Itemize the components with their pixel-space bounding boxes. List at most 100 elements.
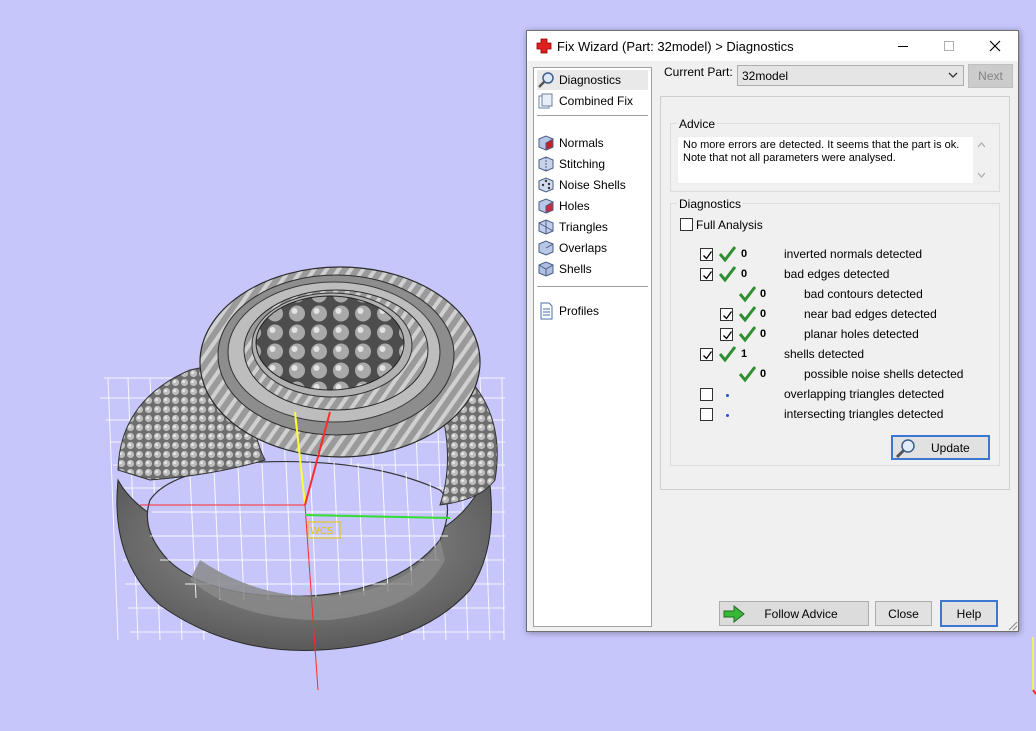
cube-shell-icon — [538, 261, 554, 277]
cube-hole-icon — [538, 198, 554, 214]
checkmark-icon — [703, 251, 713, 260]
window-title: Fix Wizard (Part: 32model) > Diagnostics — [557, 38, 794, 54]
diagnostic-label: planar holes detected — [804, 327, 919, 341]
checkmark-icon — [723, 331, 733, 340]
nav-item-noise-shells[interactable]: Noise Shells — [537, 175, 648, 195]
advice-scrollbar[interactable] — [973, 137, 990, 183]
current-part-value: 32model — [742, 69, 789, 83]
count-value: 0 — [760, 328, 767, 340]
nav-item-label: Overlaps — [559, 241, 608, 255]
nav-item-triangles[interactable]: Triangles — [537, 217, 648, 237]
nav-separator — [537, 286, 648, 287]
nav-item-combined-fix[interactable]: Combined Fix — [537, 91, 648, 111]
advice-line-2: Note that not all parameters were analys… — [683, 152, 896, 164]
close-window-button[interactable] — [972, 31, 1018, 61]
nav-item-label: Shells — [559, 262, 592, 276]
nav-separator — [537, 115, 648, 116]
advice-line-1: No more errors are detected. It seems th… — [683, 139, 960, 151]
checkmark-icon — [723, 311, 733, 320]
checkmark-icon — [703, 351, 713, 360]
cube-triangle-icon — [538, 219, 554, 235]
maximize-button[interactable] — [926, 31, 972, 61]
count-value: 0 — [741, 268, 748, 280]
current-part-label: Current Part: — [664, 65, 733, 79]
cube-red-icon — [538, 135, 554, 151]
pending-dot-icon — [726, 394, 729, 397]
wizard-nav-panel: Diagnostics Combined Fix Normals Stitchi… — [533, 67, 652, 627]
intersecting-triangles-checkbox[interactable] — [700, 408, 713, 421]
green-check-icon — [719, 266, 736, 282]
green-check-icon — [719, 346, 736, 362]
diagnostic-label: possible noise shells detected — [804, 367, 964, 381]
help-button[interactable]: Help — [940, 600, 998, 627]
advice-caption: Advice — [677, 117, 718, 131]
nav-item-label: Triangles — [559, 220, 608, 234]
document-icon — [540, 302, 553, 320]
count-value: 0 — [760, 288, 767, 300]
diagnostics-caption: Diagnostics — [677, 197, 744, 211]
dice-icon — [538, 177, 554, 193]
nav-item-diagnostics[interactable]: Diagnostics — [537, 70, 648, 90]
current-part-select[interactable]: 32model — [737, 65, 964, 86]
green-arrow-icon — [723, 605, 745, 623]
maximize-icon — [944, 41, 954, 51]
title-bar[interactable]: Fix Wizard (Part: 32model) > Diagnostics — [527, 31, 1018, 61]
pages-icon — [538, 93, 553, 109]
nav-item-normals[interactable]: Normals — [537, 133, 648, 153]
green-check-icon — [719, 246, 736, 262]
count-value: 0 — [760, 368, 767, 380]
nav-item-profiles[interactable]: Profiles — [537, 301, 648, 321]
full-analysis-label: Full Analysis — [696, 218, 763, 232]
near-bad-edges-checkbox[interactable] — [720, 308, 733, 321]
diagnostic-label: shells detected — [784, 347, 865, 361]
inverted-normals-checkbox[interactable] — [700, 248, 713, 261]
nav-item-shells[interactable]: Shells — [537, 259, 648, 279]
count-value: 0 — [760, 308, 767, 320]
nav-item-label: Noise Shells — [559, 178, 626, 192]
advice-textbox[interactable]: No more errors are detected. It seems th… — [677, 136, 991, 184]
diagnostic-label: bad contours detected — [804, 287, 923, 301]
nav-item-stitching[interactable]: Stitching — [537, 154, 648, 174]
nav-item-label: Normals — [559, 136, 604, 150]
bad-edges-checkbox[interactable] — [700, 268, 713, 281]
green-check-icon — [739, 306, 756, 322]
nav-item-label: Holes — [559, 199, 590, 213]
count-value: 0 — [741, 248, 748, 260]
update-button[interactable]: Update — [891, 435, 990, 460]
diagnostic-label: inverted normals detected — [784, 247, 923, 261]
next-button[interactable]: Next — [968, 64, 1013, 88]
chevron-down-icon — [948, 72, 958, 78]
wcs-label: WCS — [310, 526, 333, 537]
follow-advice-label: Follow Advice — [764, 606, 838, 621]
planar-holes-checkbox[interactable] — [720, 328, 733, 341]
minimize-button[interactable] — [880, 31, 926, 61]
nav-item-label: Stitching — [559, 157, 606, 171]
update-label: Update — [931, 440, 970, 455]
green-check-icon — [739, 286, 756, 302]
nav-item-label: Profiles — [559, 304, 600, 318]
count-value: 1 — [741, 348, 748, 360]
nav-item-label: Combined Fix — [559, 94, 634, 108]
resize-grip-icon[interactable] — [1006, 619, 1018, 631]
cube-overlap-icon — [538, 240, 554, 256]
minimize-icon — [898, 46, 908, 47]
pending-dot-icon — [726, 414, 729, 417]
follow-advice-button[interactable]: Follow Advice — [719, 601, 869, 626]
nav-item-overlaps[interactable]: Overlaps — [537, 238, 648, 258]
diagnostic-label: overlapping triangles detected — [784, 387, 945, 401]
full-analysis-checkbox[interactable] — [680, 218, 693, 231]
diagnostic-label: near bad edges detected — [804, 307, 937, 321]
green-check-icon — [739, 326, 756, 342]
diagnostic-label: intersecting triangles detected — [784, 407, 944, 421]
diagnostic-label: bad edges detected — [784, 267, 890, 281]
nav-item-label: Diagnostics — [559, 73, 622, 87]
overlapping-triangles-checkbox[interactable] — [700, 388, 713, 401]
nav-item-holes[interactable]: Holes — [537, 196, 648, 216]
scroll-arrows-icon — [977, 142, 986, 178]
magnifier-icon — [538, 72, 554, 88]
green-check-icon — [739, 366, 756, 382]
checkmark-icon — [703, 271, 713, 280]
shells-checkbox[interactable] — [700, 348, 713, 361]
red-cross-icon — [536, 38, 552, 54]
close-button[interactable]: Close — [875, 601, 932, 626]
